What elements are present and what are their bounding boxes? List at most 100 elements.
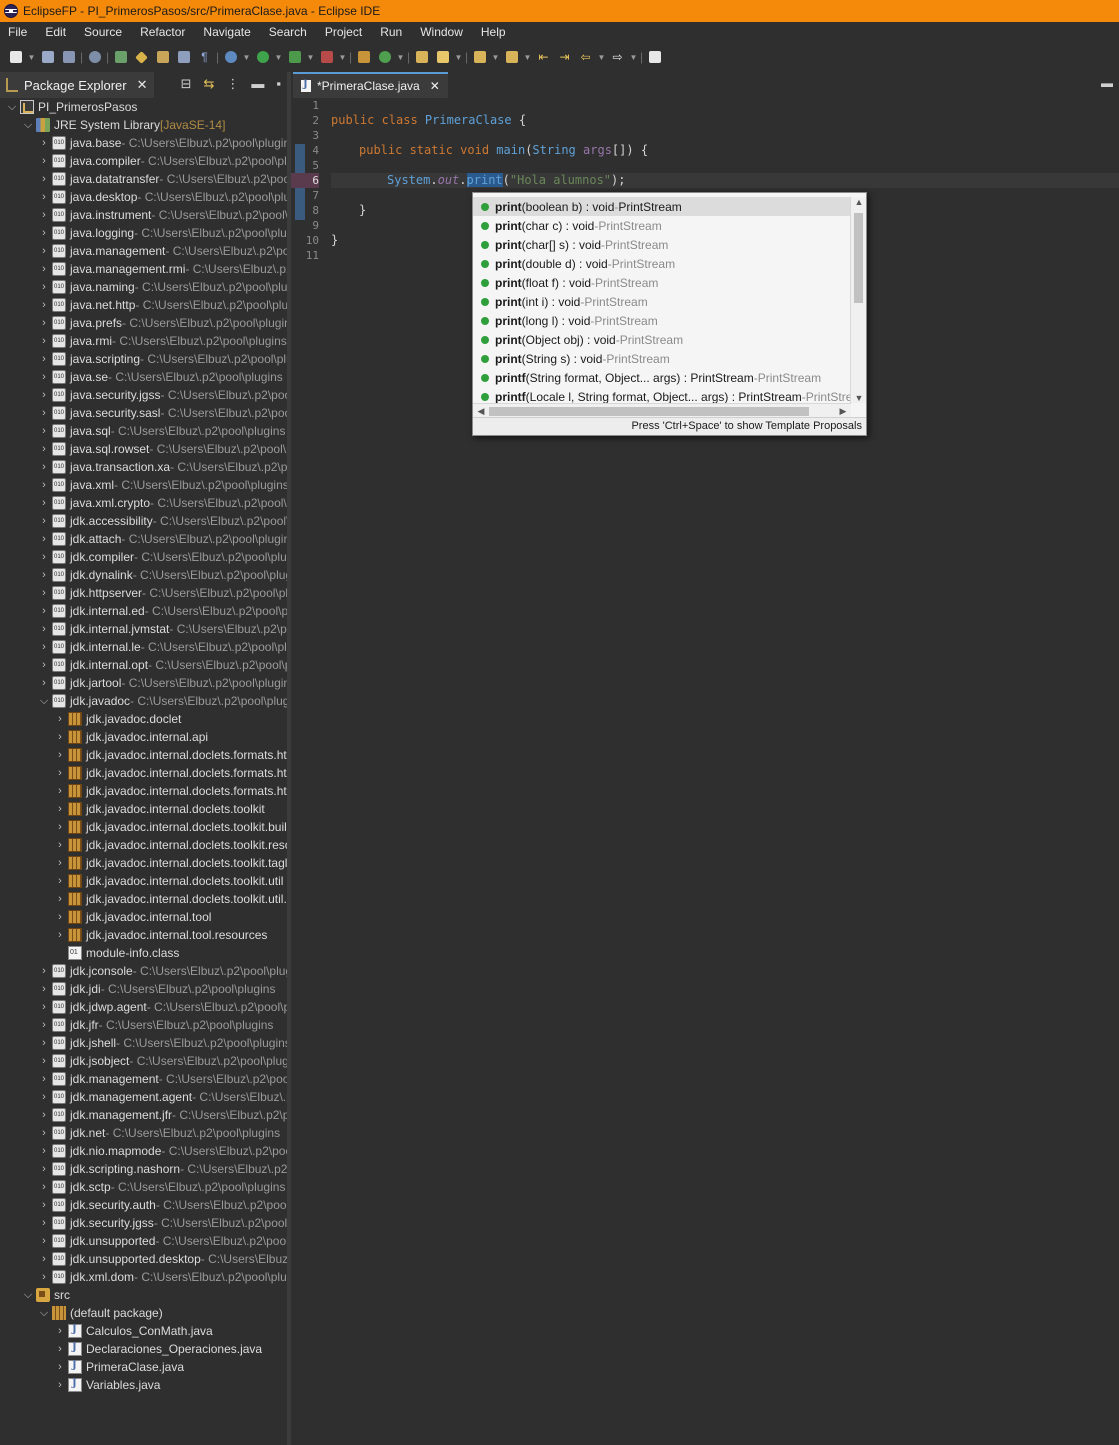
tree-module-jdk-nio-mapmode[interactable]: › jdk.nio.mapmode - C:\Users\Elbuz\.p2\po… — [0, 1142, 287, 1160]
collapsed-arrow-icon[interactable]: › — [54, 731, 66, 743]
back-icon[interactable]: ⇦ — [576, 48, 595, 66]
tree-module-jdk-internal-jvmstat[interactable]: › jdk.internal.jvmstat - C:\Users\Elbuz\.… — [0, 620, 287, 638]
tree-package-jdk-javadoc-internal-tool-resources[interactable]: › jdk.javadoc.internal.tool.resources — [0, 926, 287, 944]
collapsed-arrow-icon[interactable]: › — [38, 551, 50, 563]
menu-source[interactable]: Source — [76, 22, 132, 42]
menu-search[interactable]: Search — [261, 22, 317, 42]
new-dropdown-icon[interactable]: ▼ — [27, 48, 36, 66]
tree-module-jdk-jartool[interactable]: › jdk.jartool - C:\Users\Elbuz\.p2\pool\p… — [0, 674, 287, 692]
tree-module-jdk-jsobject[interactable]: › jdk.jsobject - C:\Users\Elbuz\.p2\pool\… — [0, 1052, 287, 1070]
mark-occurrences-icon[interactable] — [132, 48, 151, 66]
tree-module-jdk-javadoc[interactable]: ⌵ jdk.javadoc - C:\Users\Elbuz\.p2\pool\p… — [0, 692, 287, 710]
menu-refactor[interactable]: Refactor — [132, 22, 195, 42]
collapsed-arrow-icon[interactable]: › — [38, 155, 50, 167]
collapsed-arrow-icon[interactable]: › — [54, 749, 66, 761]
tree-module-jdk-accessibility[interactable]: › jdk.accessibility - C:\Users\Elbuz\.p2\… — [0, 512, 287, 530]
tree-module-jdk-internal-opt[interactable]: › jdk.internal.opt - C:\Users\Elbuz\.p2\p… — [0, 656, 287, 674]
collapsed-arrow-icon[interactable]: › — [54, 713, 66, 725]
forward-icon[interactable]: ⇨ — [608, 48, 627, 66]
collapsed-arrow-icon[interactable]: › — [38, 1145, 50, 1157]
collapsed-arrow-icon[interactable]: › — [38, 137, 50, 149]
save-icon[interactable] — [38, 48, 57, 66]
tree-package-jdk-javadoc-internal-tool[interactable]: › jdk.javadoc.internal.tool — [0, 908, 287, 926]
tree-module-jdk-jdi[interactable]: › jdk.jdi - C:\Users\Elbuz\.p2\pool\plugi… — [0, 980, 287, 998]
proposal-item[interactable]: print (float f) : void - PrintStream — [473, 273, 851, 292]
collapsed-arrow-icon[interactable]: › — [38, 965, 50, 977]
tree-package-jdk-javadoc-internal-doclets-toolkit-taglets[interactable]: › jdk.javadoc.internal.doclets.toolkit.ta… — [0, 854, 287, 872]
close-icon[interactable]: ✕ — [430, 79, 440, 93]
tree-file-declaraciones-operaciones-java[interactable]: › Declaraciones_Operaciones.java — [0, 1340, 287, 1358]
proposal-item[interactable]: print (Object obj) : void - PrintStream — [473, 330, 851, 349]
collapsed-arrow-icon[interactable]: › — [38, 479, 50, 491]
close-icon[interactable]: ✕ — [137, 77, 148, 93]
menu-navigate[interactable]: Navigate — [195, 22, 260, 42]
collapsed-arrow-icon[interactable]: › — [38, 227, 50, 239]
expanded-arrow-icon[interactable]: ⌵ — [22, 1289, 34, 1302]
tree-module-java-compiler[interactable]: › java.compiler - C:\Users\Elbuz\.p2\pool… — [0, 152, 287, 170]
forward-dropdown-icon[interactable]: ▼ — [629, 48, 638, 66]
tree-module-jdk-dynalink[interactable]: › jdk.dynalink - C:\Users\Elbuz\.p2\pool\… — [0, 566, 287, 584]
new-icon[interactable] — [6, 48, 25, 66]
tree-module-java-sql-rowset[interactable]: › java.sql.rowset - C:\Users\Elbuz\.p2\po… — [0, 440, 287, 458]
link-with-editor-icon[interactable]: ⇆ — [203, 76, 214, 92]
edit-dropdown-icon[interactable]: ▼ — [454, 48, 463, 66]
proposal-item[interactable]: print (char[] s) : void - PrintStream — [473, 235, 851, 254]
new-java-class-icon[interactable] — [375, 48, 394, 66]
tree-package-jdk-javadoc-internal-doclets-toolkit[interactable]: › jdk.javadoc.internal.doclets.toolkit — [0, 800, 287, 818]
tree-module-java-rmi[interactable]: › java.rmi - C:\Users\Elbuz\.p2\pool\plug… — [0, 332, 287, 350]
scroll-right-icon[interactable]: ▶ — [835, 404, 851, 418]
tree-module-jdk-unsupported[interactable]: › jdk.unsupported - C:\Users\Elbuz\.p2\po… — [0, 1232, 287, 1250]
new-java-package-icon[interactable] — [354, 48, 373, 66]
collapsed-arrow-icon[interactable]: › — [38, 281, 50, 293]
proposal-item[interactable]: print (boolean b) : void - PrintStream — [473, 197, 851, 216]
open-perspective-icon[interactable] — [645, 48, 664, 66]
collapsed-arrow-icon[interactable]: › — [38, 1109, 50, 1121]
tree-module-jdk-management[interactable]: › jdk.management - C:\Users\Elbuz\.p2\poo… — [0, 1070, 287, 1088]
word-wrap-icon[interactable] — [153, 48, 172, 66]
tree-file-variables-java[interactable]: › Variables.java — [0, 1376, 287, 1394]
last-edit-location-icon[interactable]: ⇤ — [534, 48, 553, 66]
coverage-dropdown-icon[interactable]: ▼ — [306, 48, 315, 66]
collapsed-arrow-icon[interactable]: › — [38, 353, 50, 365]
collapsed-arrow-icon[interactable]: › — [54, 1325, 66, 1337]
expanded-arrow-icon[interactable]: ⌵ — [38, 1307, 50, 1320]
collapsed-arrow-icon[interactable]: › — [38, 461, 50, 473]
tree-module-jdk-security-auth[interactable]: › jdk.security.auth - C:\Users\Elbuz\.p2\… — [0, 1196, 287, 1214]
proposal-item[interactable]: print (double d) : void - PrintStream — [473, 254, 851, 273]
next-annotation-dropdown-icon[interactable]: ▼ — [491, 48, 500, 66]
editor-tab-primeraclase[interactable]: *PrimeraClase.java ✕ — [293, 72, 448, 98]
tree-module-jdk-attach[interactable]: › jdk.attach - C:\Users\Elbuz\.p2\pool\pl… — [0, 530, 287, 548]
collapsed-arrow-icon[interactable]: › — [54, 893, 66, 905]
collapsed-arrow-icon[interactable]: › — [38, 1001, 50, 1013]
tree-module-java-instrument[interactable]: › java.instrument - C:\Users\Elbuz\.p2\po… — [0, 206, 287, 224]
collapsed-arrow-icon[interactable]: › — [54, 911, 66, 923]
external-tools-icon[interactable] — [317, 48, 336, 66]
tree-module-jdk-httpserver[interactable]: › jdk.httpserver - C:\Users\Elbuz\.p2\poo… — [0, 584, 287, 602]
collapsed-arrow-icon[interactable]: › — [38, 587, 50, 599]
scroll-left-icon[interactable]: ◀ — [473, 404, 489, 418]
tree-module-jdk-xml-dom[interactable]: › jdk.xml.dom - C:\Users\Elbuz\.p2\pool\p… — [0, 1268, 287, 1286]
tree-module-jdk-net[interactable]: › jdk.net - C:\Users\Elbuz\.p2\pool\plugi… — [0, 1124, 287, 1142]
collapsed-arrow-icon[interactable]: › — [38, 191, 50, 203]
menu-help[interactable]: Help — [473, 22, 516, 42]
run-icon[interactable] — [253, 48, 272, 66]
collapsed-arrow-icon[interactable]: › — [38, 245, 50, 257]
tree-module-jdk-jdwp-agent[interactable]: › jdk.jdwp.agent - C:\Users\Elbuz\.p2\poo… — [0, 998, 287, 1016]
collapsed-arrow-icon[interactable]: › — [38, 1037, 50, 1049]
collapsed-arrow-icon[interactable]: › — [38, 299, 50, 311]
collapsed-arrow-icon[interactable]: › — [38, 407, 50, 419]
expanded-arrow-icon[interactable]: ⌵ — [38, 695, 50, 708]
run-dropdown-icon[interactable]: ▼ — [274, 48, 283, 66]
tree-module-java-security-sasl[interactable]: › java.security.sasl - C:\Users\Elbuz\.p2… — [0, 404, 287, 422]
collapse-all-icon[interactable]: ⊟ — [181, 76, 192, 92]
collapsed-arrow-icon[interactable]: › — [38, 317, 50, 329]
tree-src-folder[interactable]: ⌵ src — [0, 1286, 287, 1304]
collapsed-arrow-icon[interactable]: › — [38, 1235, 50, 1247]
minimize-icon[interactable]: ▬ — [1101, 76, 1113, 90]
collapsed-arrow-icon[interactable]: › — [54, 875, 66, 887]
scrollbar-thumb[interactable] — [489, 407, 809, 416]
tree-module-jdk-internal-ed[interactable]: › jdk.internal.ed - C:\Users\Elbuz\.p2\po… — [0, 602, 287, 620]
tree-package-jdk-javadoc-doclet[interactable]: › jdk.javadoc.doclet — [0, 710, 287, 728]
tree-module-info[interactable]: module-info.class — [0, 944, 287, 962]
tree-jre-library[interactable]: ⌵ JRE System Library [JavaSE-14] — [0, 116, 287, 134]
